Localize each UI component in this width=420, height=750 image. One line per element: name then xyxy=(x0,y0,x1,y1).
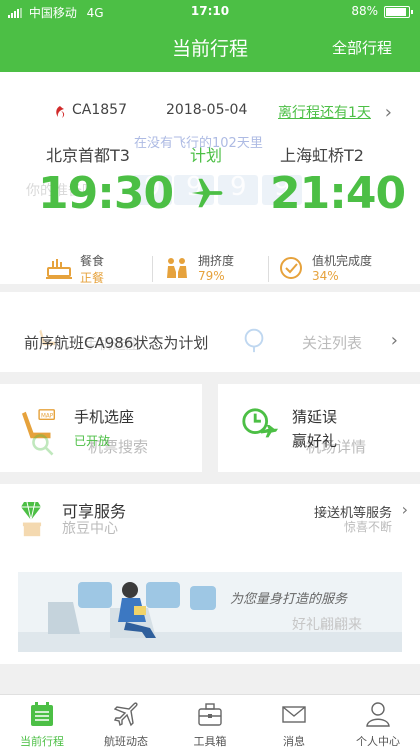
ghost-text: 关注列表 xyxy=(302,334,363,352)
metric-crowding[interactable]: 拥挤度 79% xyxy=(164,252,264,286)
pin-icon xyxy=(244,328,264,353)
ghost-text: 好礼翩翩来 xyxy=(292,617,362,633)
tile-subtitle: 已开放 xyxy=(74,434,111,448)
tab-label: 航班动态 xyxy=(104,735,148,748)
chevron-right-icon[interactable]: › xyxy=(391,330,398,351)
tile-subtitle: 赢好礼 xyxy=(292,432,338,450)
tab-label: 消息 xyxy=(283,735,305,748)
tile-title: 猜延误 xyxy=(292,408,338,426)
promo-banner[interactable]: 为您量身打造的服务 好礼翩翩来 xyxy=(18,572,402,652)
airplane-icon xyxy=(114,702,138,727)
status-bar: 中国移动 4G 17:10 88% xyxy=(0,0,420,24)
delay-guess-tile[interactable]: 机场详情 猜延误 赢好礼 xyxy=(218,384,420,472)
departure-airport: 北京首都T3 xyxy=(46,146,130,165)
checkin-icon xyxy=(280,257,302,279)
metric-label: 拥挤度 xyxy=(198,254,235,268)
departure-time: 19:30 xyxy=(38,168,174,219)
calendar-icon xyxy=(31,702,53,726)
trip-countdown[interactable]: 离行程还有1天 xyxy=(278,102,371,122)
arrival-time: 21:40 xyxy=(270,168,406,219)
metric-value: 正餐 xyxy=(80,271,105,285)
metric-checkin[interactable]: 值机完成度 34% xyxy=(278,252,398,286)
arrival-airport: 上海虹桥T2 xyxy=(280,146,364,165)
chevron-right-icon[interactable]: › xyxy=(402,500,408,519)
tab-toolbox[interactable]: 工具箱 xyxy=(168,695,252,750)
tile-title: 手机选座 xyxy=(74,408,135,426)
air-china-logo-icon xyxy=(56,106,65,118)
services-card[interactable]: 可享服务 旅豆中心 接送机等服务 惊喜不断 › 为您量身打造的服务 好礼翩翩来 xyxy=(0,484,420,664)
tab-profile[interactable]: 个人中心 xyxy=(336,695,420,750)
flight-status: 计划 xyxy=(190,146,223,165)
flight-card[interactable]: CA1857 2018-05-04 离行程还有1天 › 在没有飞行的102天里 … xyxy=(0,72,420,286)
battery-icon xyxy=(384,6,413,18)
chevron-right-icon[interactable]: › xyxy=(385,102,392,123)
previous-flight-status: 前序航班CA986状态为计划 xyxy=(24,334,209,352)
tab-label: 个人中心 xyxy=(356,735,400,748)
person-icon xyxy=(366,702,390,727)
flight-number: CA1857 xyxy=(72,102,127,118)
metric-label: 值机完成度 xyxy=(312,254,373,268)
tab-messages[interactable]: 消息 xyxy=(252,695,336,750)
airplane-icon xyxy=(191,178,223,208)
bottom-tab-bar: 当前行程 航班动态 工具箱 消息 个人中心 xyxy=(0,694,420,750)
battery-percent: 88% xyxy=(351,4,378,18)
flight-header-row: CA1857 2018-05-04 离行程还有1天 › xyxy=(52,102,392,124)
flight-date: 2018-05-04 xyxy=(166,102,248,118)
cabin-illustration xyxy=(18,572,402,652)
tab-current-trip[interactable]: 当前行程 xyxy=(0,695,84,750)
metric-meal[interactable]: 餐食 正餐 xyxy=(46,252,136,286)
envelope-icon xyxy=(282,706,306,723)
divider xyxy=(152,256,153,282)
previous-flight-card[interactable]: 手机选座 前序航班CA986状态为计划 关注列表 › xyxy=(0,292,420,372)
crowding-icon xyxy=(167,258,187,278)
top-bar: 中国移动 4G 17:10 88% 当前行程 全部行程 xyxy=(0,0,420,72)
gift-icon xyxy=(22,522,42,537)
flight-metrics: 餐食 正餐 拥挤度 79% 值机完成度 34% xyxy=(0,252,420,286)
toolbox-icon xyxy=(198,703,222,726)
ghost-text: 惊喜不断 xyxy=(343,520,392,534)
search-icon xyxy=(32,434,54,456)
banner-tagline: 为您量身打造的服务 xyxy=(230,592,348,607)
metric-value: 79% xyxy=(198,269,225,283)
divider xyxy=(268,256,269,282)
tab-label: 工具箱 xyxy=(193,735,227,748)
svg-text:MAP: MAP xyxy=(41,413,54,419)
tab-label: 当前行程 xyxy=(20,735,64,748)
metric-value: 34% xyxy=(312,269,339,283)
ghost-digit: 9 xyxy=(230,172,247,202)
clock-plane-icon xyxy=(242,408,278,438)
tab-flight-status[interactable]: 航班动态 xyxy=(84,695,168,750)
seat-selection-tile[interactable]: MAP 机票搜索 手机选座 已开放 xyxy=(0,384,202,472)
ghost-text: 旅豆中心 xyxy=(62,521,118,537)
all-trips-link[interactable]: 全部行程 xyxy=(332,37,392,58)
metric-label: 餐食 xyxy=(80,254,105,268)
meal-icon xyxy=(46,259,72,279)
